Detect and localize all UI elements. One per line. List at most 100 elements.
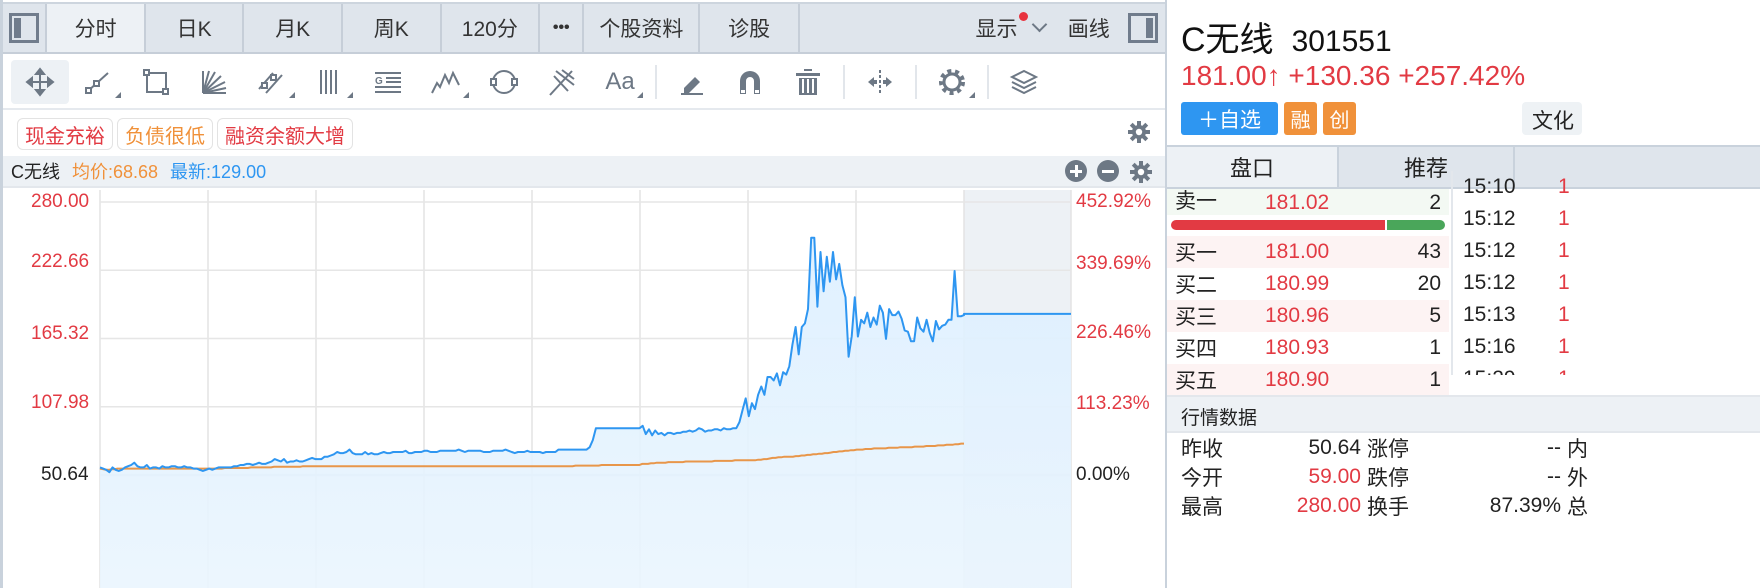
- more-tabs-button[interactable]: •••: [540, 4, 585, 52]
- toolbar-divider: [843, 65, 845, 99]
- draw-lines-button[interactable]: 画线: [1057, 4, 1121, 52]
- market-stats: 昨收 50.64 涨停 -- 内今开 59.00 跌停 -- 外最高 280.00 换手 87.39%…: [1167, 433, 1760, 520]
- sector-tag[interactable]: 文化: [1522, 102, 1582, 135]
- stat-label: 换手: [1367, 495, 1409, 519]
- period-tab-bar: 分时 日K 月K 周K 120分 ••• 个股资料 诊股 显示 画线: [3, 2, 1165, 54]
- line-segment-tool[interactable]: [69, 60, 127, 104]
- y-tick-left: 222.66: [31, 251, 90, 272]
- cycle-tool[interactable]: [475, 60, 533, 104]
- stat-label: 总: [1567, 495, 1588, 519]
- gann-tool[interactable]: G: [359, 60, 417, 104]
- stat-label: 今开: [1181, 466, 1223, 490]
- y-tick-right: 226.46%: [1076, 322, 1152, 343]
- zoom-out-icon[interactable]: [1097, 160, 1119, 182]
- tick-list[interactable]: 15:10115:12115:12115:12115:13115:16115:2…: [1451, 171, 1760, 375]
- delete-drawings-tool[interactable]: [779, 60, 837, 104]
- tab-weekly-k[interactable]: 周K: [343, 4, 442, 52]
- tab-120min[interactable]: 120分: [442, 4, 541, 52]
- level-volume: 43: [1417, 240, 1441, 263]
- level-price: 181.00: [1265, 240, 1330, 263]
- tab-label: 日K: [176, 18, 212, 41]
- tab-order-book[interactable]: 盘口: [1167, 147, 1339, 187]
- y-tick-right: 452.92%: [1076, 191, 1152, 212]
- vertical-lines-icon: [320, 70, 337, 94]
- tick-price: 1: [1558, 239, 1570, 262]
- stat-label: 昨收: [1181, 437, 1223, 461]
- tab-stock-profile[interactable]: 个股资料: [584, 4, 701, 52]
- tag-low-debt[interactable]: 负债很低: [117, 118, 213, 150]
- tab-monthly-k[interactable]: 月K: [244, 4, 343, 52]
- y-tick-left: 280.00: [31, 191, 90, 212]
- tick-time: 15:16: [1463, 335, 1516, 358]
- gann-icon: G: [375, 72, 401, 93]
- tag-cash-rich[interactable]: 现金充裕: [17, 118, 113, 150]
- left-panel-toggle[interactable]: [3, 4, 48, 52]
- eraser-tool[interactable]: [663, 60, 721, 104]
- display-dropdown[interactable]: 显示: [800, 4, 1057, 52]
- tick-time: 15:10: [1463, 175, 1516, 198]
- vertical-lines-tool[interactable]: [301, 60, 359, 104]
- parallel-channel-icon: [258, 72, 283, 94]
- buy-ratio-fill: [1171, 220, 1385, 230]
- text-icon: Aa: [605, 68, 635, 95]
- intraday-chart[interactable]: 280.00 222.66 165.32 107.98 50.64 452.92…: [3, 190, 1165, 588]
- y-tick-right: 113.23%: [1076, 393, 1150, 414]
- stat-value: --: [1547, 464, 1561, 488]
- parallel-channel-tool[interactable]: [243, 60, 301, 104]
- tag-label: 现金充裕: [25, 125, 105, 148]
- tab-label: 推荐: [1403, 156, 1448, 181]
- y-tick-left: 165.32: [31, 323, 90, 344]
- add-watchlist-button[interactable]: ＋自选: [1181, 102, 1278, 135]
- fan-lines-tool[interactable]: [185, 60, 243, 104]
- order-book: 卖一 181.02 2 买一 181.00 43 买二 180.99 20 买三 180.96 5 买…: [1167, 189, 1449, 396]
- buy-row: 买三 180.96 5: [1167, 300, 1449, 332]
- gear-icon[interactable]: [1127, 120, 1151, 144]
- tab-label: 盘口: [1229, 156, 1274, 181]
- price-area-fill: [100, 237, 1071, 588]
- move-icon: [25, 67, 55, 97]
- tag-label: 负债很低: [125, 125, 205, 148]
- stat-value: --: [1547, 435, 1561, 459]
- stat-value: 280.00: [1296, 493, 1361, 517]
- zoom-in-icon[interactable]: [1065, 160, 1087, 182]
- tab-label: 120分: [461, 18, 518, 41]
- stat-value: 50.64: [1308, 435, 1361, 459]
- chart-settings-icon[interactable]: [1129, 160, 1153, 184]
- tick-time: 15:12: [1463, 271, 1516, 294]
- level-price: 180.90: [1265, 368, 1330, 391]
- right-panel-toggle[interactable]: [1121, 4, 1165, 52]
- chart-header: C无线 均价:68.68 最新:129.00: [3, 156, 1165, 188]
- tick-row: 15:12 1: [1453, 235, 1760, 267]
- panel-right-icon: [1127, 13, 1158, 43]
- tick-price: 1: [1558, 303, 1570, 326]
- buy-row: 买五 180.90 1: [1167, 364, 1449, 396]
- magnet-icon: [740, 71, 760, 94]
- current-price: 181.00↑: [1181, 60, 1281, 91]
- buy-sell-ratio-bar: [1171, 220, 1445, 230]
- tab-label: 分时: [74, 18, 117, 41]
- layers-tool[interactable]: [995, 60, 1053, 104]
- rectangle-tool[interactable]: [127, 60, 185, 104]
- spread-tool[interactable]: [851, 60, 909, 104]
- y-tick-right: 339.69%: [1076, 253, 1152, 274]
- tab-label: 诊股: [728, 18, 771, 41]
- tag-margin-increase[interactable]: 融资余额大增: [217, 118, 353, 150]
- wave-tool[interactable]: [417, 60, 475, 104]
- chevron-down-icon: [1031, 16, 1047, 32]
- settings-tool[interactable]: [923, 60, 981, 104]
- text-tool[interactable]: Aa: [591, 60, 649, 104]
- tab-intraday[interactable]: 分时: [47, 4, 146, 52]
- stat-label: 跌停: [1367, 466, 1409, 490]
- tags-row: 现金充裕 负债很低 融资余额大增: [3, 112, 1165, 156]
- move-tool[interactable]: [11, 60, 69, 104]
- tick-row: 15:12 1: [1453, 203, 1760, 235]
- horizontal-spread-icon: [868, 70, 892, 94]
- tab-daily-k[interactable]: 日K: [146, 4, 245, 52]
- level-label: 买二: [1175, 274, 1217, 297]
- pitchfork-tool[interactable]: [533, 60, 591, 104]
- y-tick-right: 0.00%: [1076, 464, 1130, 485]
- tick-row: 15:10 1: [1453, 171, 1760, 203]
- tab-diagnosis[interactable]: 诊股: [700, 4, 800, 52]
- stat-label: 内: [1567, 437, 1588, 461]
- magnet-tool[interactable]: [721, 60, 779, 104]
